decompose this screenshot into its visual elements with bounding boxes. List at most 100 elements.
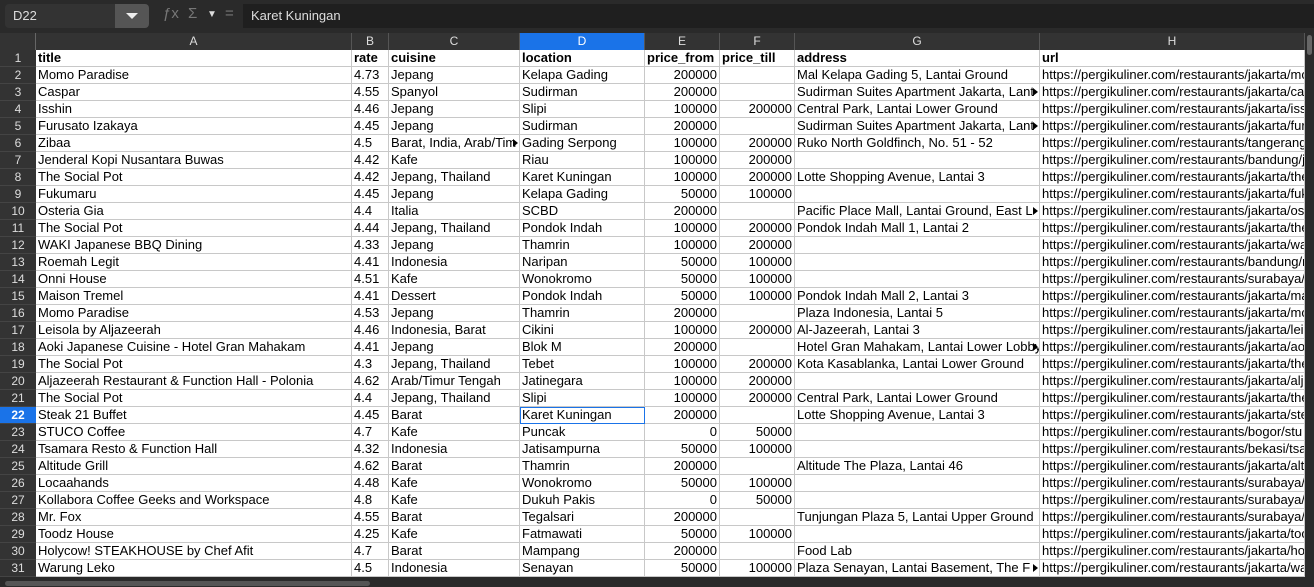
cell-cuisine[interactable]: Barat, India, Arab/Tim xyxy=(389,135,520,152)
row-header[interactable]: 26 xyxy=(0,475,36,492)
cell-cuisine[interactable]: Dessert xyxy=(389,288,520,305)
cell-url[interactable]: https://pergikuliner.com/restaurants/sur… xyxy=(1040,492,1305,509)
cell-price-from[interactable]: 100000 xyxy=(645,220,720,237)
row-header[interactable]: 24 xyxy=(0,441,36,458)
cell-location[interactable]: Jatinegara xyxy=(520,373,645,390)
row-header[interactable]: 20 xyxy=(0,373,36,390)
cell-title[interactable]: Zibaa xyxy=(36,135,352,152)
cell-price-from[interactable]: 200000 xyxy=(645,339,720,356)
cell-cuisine[interactable]: Barat xyxy=(389,458,520,475)
cell-price-from[interactable]: 50000 xyxy=(645,186,720,203)
cell-price-from[interactable]: 200000 xyxy=(645,118,720,135)
cell-address[interactable]: Sudirman Suites Apartment Jakarta, Lant xyxy=(795,84,1040,101)
cell-location[interactable]: Karet Kuningan xyxy=(520,407,645,424)
cell-rate[interactable]: 4.3 xyxy=(352,356,389,373)
row-header[interactable]: 9 xyxy=(0,186,36,203)
cell-rate[interactable]: 4.53 xyxy=(352,305,389,322)
cell-location[interactable]: Thamrin xyxy=(520,305,645,322)
cell-cuisine[interactable]: Jepang xyxy=(389,101,520,118)
cell-title[interactable]: Momo Paradise xyxy=(36,305,352,322)
cell-price-from[interactable]: 50000 xyxy=(645,560,720,577)
cell-title[interactable]: The Social Pot xyxy=(36,169,352,186)
cell-price-from[interactable]: 200000 xyxy=(645,543,720,560)
row-header[interactable]: 4 xyxy=(0,101,36,118)
cell-rate[interactable]: 4.46 xyxy=(352,101,389,118)
cell-title[interactable]: Jenderal Kopi Nusantara Buwas xyxy=(36,152,352,169)
cell-url[interactable]: https://pergikuliner.com/restaurants/jak… xyxy=(1040,288,1305,305)
cell-price-from[interactable]: 0 xyxy=(645,424,720,441)
row-header[interactable]: 14 xyxy=(0,271,36,288)
cell-address[interactable]: Food Lab xyxy=(795,543,1040,560)
sum-dropdown-icon[interactable]: ▼ xyxy=(207,9,217,20)
cell-cuisine[interactable]: Jepang, Thailand xyxy=(389,390,520,407)
cell-price-till[interactable]: 100000 xyxy=(720,560,795,577)
cell-address[interactable] xyxy=(795,373,1040,390)
row-header[interactable]: 30 xyxy=(0,543,36,560)
cell-rate[interactable]: 4.55 xyxy=(352,84,389,101)
cell-price-till[interactable]: 100000 xyxy=(720,186,795,203)
cell-cuisine[interactable]: Barat xyxy=(389,407,520,424)
cell-url[interactable]: https://pergikuliner.com/restaurants/jak… xyxy=(1040,84,1305,101)
cell-price-till[interactable] xyxy=(720,84,795,101)
row-header[interactable]: 31 xyxy=(0,560,36,577)
row-header[interactable]: 17 xyxy=(0,322,36,339)
cell-price-from[interactable]: 200000 xyxy=(645,203,720,220)
cell-cuisine[interactable]: Indonesia xyxy=(389,560,520,577)
cell-rate[interactable]: 4.45 xyxy=(352,118,389,135)
cell-location[interactable]: Sudirman xyxy=(520,118,645,135)
cell-location[interactable]: Pondok Indah xyxy=(520,220,645,237)
cell-title[interactable]: Warung Leko xyxy=(36,560,352,577)
cell-address[interactable]: Altitude The Plaza, Lantai 46 xyxy=(795,458,1040,475)
cell-rate[interactable]: 4.42 xyxy=(352,169,389,186)
cell-location[interactable]: Mampang xyxy=(520,543,645,560)
cell-url[interactable]: https://pergikuliner.com/restaurants/jak… xyxy=(1040,373,1305,390)
cell-address[interactable]: Lotte Shopping Avenue, Lantai 3 xyxy=(795,407,1040,424)
cell-price-from[interactable]: 50000 xyxy=(645,441,720,458)
header-cell-url[interactable]: url xyxy=(1040,50,1305,67)
cell-title[interactable]: STUCO Coffee xyxy=(36,424,352,441)
cell-price-from[interactable]: 200000 xyxy=(645,67,720,84)
cell-cuisine[interactable]: Kafe xyxy=(389,271,520,288)
cell-rate[interactable]: 4.73 xyxy=(352,67,389,84)
cell-rate[interactable]: 4.4 xyxy=(352,203,389,220)
cell-url[interactable]: https://pergikuliner.com/restaurants/ban… xyxy=(1040,254,1305,271)
column-header-b[interactable]: B xyxy=(352,33,389,50)
cell-rate[interactable]: 4.33 xyxy=(352,237,389,254)
cell-url[interactable]: https://pergikuliner.com/restaurants/jak… xyxy=(1040,67,1305,84)
cell-rate[interactable]: 4.41 xyxy=(352,254,389,271)
cell-title[interactable]: The Social Pot xyxy=(36,220,352,237)
cell-price-till[interactable]: 200000 xyxy=(720,169,795,186)
cell-location[interactable]: Senayan xyxy=(520,560,645,577)
row-header[interactable]: 29 xyxy=(0,526,36,543)
cell-url[interactable]: https://pergikuliner.com/restaurants/bek… xyxy=(1040,441,1305,458)
cell-url[interactable]: https://pergikuliner.com/restaurants/jak… xyxy=(1040,237,1305,254)
cell-address[interactable] xyxy=(795,475,1040,492)
cell-address[interactable]: Ruko North Goldfinch, No. 51 - 52 xyxy=(795,135,1040,152)
sum-icon[interactable]: Σ xyxy=(188,5,197,22)
header-cell-price-till[interactable]: price_till xyxy=(720,50,795,67)
cell-location[interactable]: Karet Kuningan xyxy=(520,169,645,186)
header-cell-cuisine[interactable]: cuisine xyxy=(389,50,520,67)
cell-address[interactable]: Mal Kelapa Gading 5, Lantai Ground xyxy=(795,67,1040,84)
cell-cuisine[interactable]: Jepang, Thailand xyxy=(389,169,520,186)
cell-address[interactable] xyxy=(795,526,1040,543)
cell-url[interactable]: https://pergikuliner.com/restaurants/jak… xyxy=(1040,356,1305,373)
row-header[interactable]: 22 xyxy=(0,407,36,424)
cell-location[interactable]: Thamrin xyxy=(520,237,645,254)
cell-address[interactable]: Central Park, Lantai Lower Ground xyxy=(795,101,1040,118)
cell-location[interactable]: Kelapa Gading xyxy=(520,67,645,84)
cell-url[interactable]: https://pergikuliner.com/restaurants/jak… xyxy=(1040,169,1305,186)
cell-rate[interactable]: 4.7 xyxy=(352,543,389,560)
cell-title[interactable]: Leisola by Aljazeerah xyxy=(36,322,352,339)
cell-cuisine[interactable]: Jepang xyxy=(389,237,520,254)
cell-price-till[interactable] xyxy=(720,67,795,84)
cell-title[interactable]: Kollabora Coffee Geeks and Workspace xyxy=(36,492,352,509)
cell-url[interactable]: https://pergikuliner.com/restaurants/jak… xyxy=(1040,458,1305,475)
cell-rate[interactable]: 4.32 xyxy=(352,441,389,458)
formula-icon[interactable]: = xyxy=(225,5,234,22)
row-header[interactable]: 16 xyxy=(0,305,36,322)
header-cell-title[interactable]: title xyxy=(36,50,352,67)
cell-price-till[interactable] xyxy=(720,305,795,322)
cell-title[interactable]: Furusato Izakaya xyxy=(36,118,352,135)
cell-url[interactable]: https://pergikuliner.com/restaurants/jak… xyxy=(1040,339,1305,356)
